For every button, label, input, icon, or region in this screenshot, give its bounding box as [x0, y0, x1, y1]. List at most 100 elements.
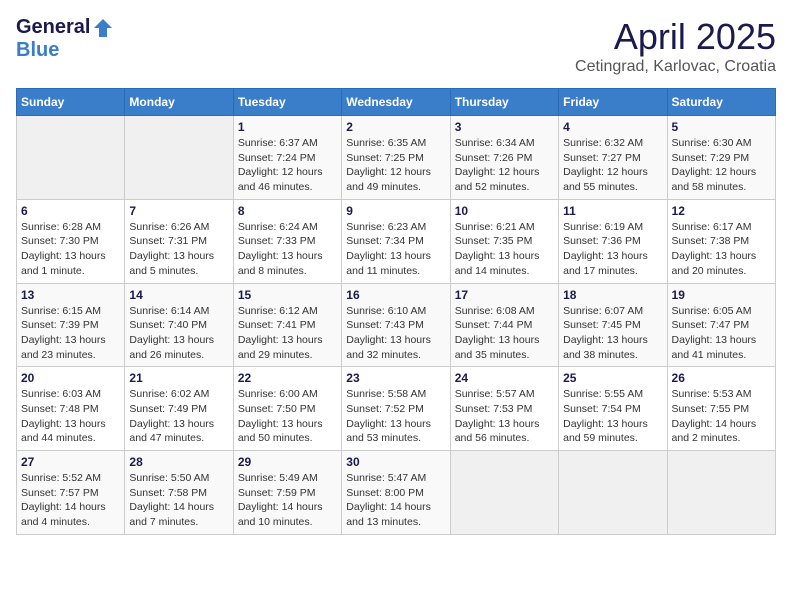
day-info: Sunrise: 6:34 AM Sunset: 7:26 PM Dayligh… [455, 136, 554, 195]
day-info: Sunrise: 6:12 AM Sunset: 7:41 PM Dayligh… [238, 304, 337, 363]
calendar-cell: 17 Sunrise: 6:08 AM Sunset: 7:44 PM Dayli… [450, 283, 558, 367]
day-number: 29 [238, 455, 337, 469]
day-number: 13 [21, 288, 120, 302]
day-info: Sunrise: 6:17 AM Sunset: 7:38 PM Dayligh… [672, 220, 771, 279]
calendar-table: SundayMondayTuesdayWednesdayThursdayFrid… [16, 88, 776, 535]
day-info: Sunrise: 6:30 AM Sunset: 7:29 PM Dayligh… [672, 136, 771, 195]
calendar-cell: 25Sunrise: 5:55 AM Sunset: 7:54 PM Dayli… [559, 367, 667, 451]
day-info: Sunrise: 6:23 AM Sunset: 7:34 PM Dayligh… [346, 220, 445, 279]
day-number: 23 [346, 371, 445, 385]
day-info: Sunrise: 6:03 AM Sunset: 7:48 PM Dayligh… [21, 387, 120, 446]
calendar-cell: 15 Sunrise: 6:12 AM Sunset: 7:41 PM Dayli… [233, 283, 341, 367]
day-number: 28 [129, 455, 228, 469]
calendar-cell: 13 Sunrise: 6:15 AM Sunset: 7:39 PM Dayli… [17, 283, 125, 367]
day-number: 6 [21, 204, 120, 218]
day-number: 5 [672, 120, 771, 134]
day-number: 14 [129, 288, 228, 302]
calendar-cell [667, 451, 775, 535]
day-number: 18 [563, 288, 662, 302]
day-info: Sunrise: 5:52 AM Sunset: 7:57 PM Dayligh… [21, 471, 120, 530]
calendar-cell: 11Sunrise: 6:19 AM Sunset: 7:36 PM Dayli… [559, 199, 667, 283]
day-info: Sunrise: 6:07 AM Sunset: 7:45 PM Dayligh… [563, 304, 662, 363]
day-number: 26 [672, 371, 771, 385]
day-number: 3 [455, 120, 554, 134]
day-number: 17 [455, 288, 554, 302]
calendar-cell: 5 Sunrise: 6:30 AM Sunset: 7:29 PM Daylig… [667, 116, 775, 200]
page-header: General Blue April 2025 Cetingrad, Karlo… [16, 16, 776, 76]
calendar-cell: 20 Sunrise: 6:03 AM Sunset: 7:48 PM Dayli… [17, 367, 125, 451]
calendar-cell [450, 451, 558, 535]
day-info: Sunrise: 6:32 AM Sunset: 7:27 PM Dayligh… [563, 136, 662, 195]
day-info: Sunrise: 6:14 AM Sunset: 7:40 PM Dayligh… [129, 304, 228, 363]
logo-general: General [16, 16, 90, 39]
day-number: 25 [563, 371, 662, 385]
day-info: Sunrise: 6:10 AM Sunset: 7:43 PM Dayligh… [346, 304, 445, 363]
calendar-cell: 26 Sunrise: 5:53 AM Sunset: 7:55 PM Dayli… [667, 367, 775, 451]
calendar-cell: 7Sunrise: 6:26 AM Sunset: 7:31 PM Daylig… [125, 199, 233, 283]
calendar-cell: 27Sunrise: 5:52 AM Sunset: 7:57 PM Dayli… [17, 451, 125, 535]
calendar-week-5: 27Sunrise: 5:52 AM Sunset: 7:57 PM Dayli… [17, 451, 776, 535]
calendar-cell: 21Sunrise: 6:02 AM Sunset: 7:49 PM Dayli… [125, 367, 233, 451]
day-info: Sunrise: 5:49 AM Sunset: 7:59 PM Dayligh… [238, 471, 337, 530]
day-info: Sunrise: 6:37 AM Sunset: 7:24 PM Dayligh… [238, 136, 337, 195]
day-info: Sunrise: 6:15 AM Sunset: 7:39 PM Dayligh… [21, 304, 120, 363]
calendar-month-year: April 2025 [575, 16, 776, 58]
day-number: 1 [238, 120, 337, 134]
weekday-header-tuesday: Tuesday [233, 89, 341, 116]
weekday-header-monday: Monday [125, 89, 233, 116]
logo-icon [92, 17, 114, 39]
day-info: Sunrise: 5:53 AM Sunset: 7:55 PM Dayligh… [672, 387, 771, 446]
day-number: 20 [21, 371, 120, 385]
calendar-cell: 2Sunrise: 6:35 AM Sunset: 7:25 PM Daylig… [342, 116, 450, 200]
weekday-header-wednesday: Wednesday [342, 89, 450, 116]
day-info: Sunrise: 6:00 AM Sunset: 7:50 PM Dayligh… [238, 387, 337, 446]
calendar-cell: 6Sunrise: 6:28 AM Sunset: 7:30 PM Daylig… [17, 199, 125, 283]
calendar-cell: 14 Sunrise: 6:14 AM Sunset: 7:40 PM Dayli… [125, 283, 233, 367]
day-info: Sunrise: 6:21 AM Sunset: 7:35 PM Dayligh… [455, 220, 554, 279]
day-number: 19 [672, 288, 771, 302]
day-number: 15 [238, 288, 337, 302]
day-info: Sunrise: 5:47 AM Sunset: 8:00 PM Dayligh… [346, 471, 445, 530]
day-number: 10 [455, 204, 554, 218]
calendar-week-1: 1 Sunrise: 6:37 AM Sunset: 7:24 PM Daylig… [17, 116, 776, 200]
calendar-cell [125, 116, 233, 200]
day-number: 30 [346, 455, 445, 469]
calendar-cell: 18 Sunrise: 6:07 AM Sunset: 7:45 PM Dayli… [559, 283, 667, 367]
day-info: Sunrise: 6:02 AM Sunset: 7:49 PM Dayligh… [129, 387, 228, 446]
weekday-header-sunday: Sunday [17, 89, 125, 116]
calendar-cell: 16 Sunrise: 6:10 AM Sunset: 7:43 PM Dayli… [342, 283, 450, 367]
calendar-week-3: 13 Sunrise: 6:15 AM Sunset: 7:39 PM Dayli… [17, 283, 776, 367]
logo: General Blue [16, 16, 114, 62]
calendar-cell: 4 Sunrise: 6:32 AM Sunset: 7:27 PM Daylig… [559, 116, 667, 200]
day-number: 8 [238, 204, 337, 218]
calendar-cell: 1 Sunrise: 6:37 AM Sunset: 7:24 PM Daylig… [233, 116, 341, 200]
calendar-body: 1 Sunrise: 6:37 AM Sunset: 7:24 PM Daylig… [17, 116, 776, 535]
day-number: 16 [346, 288, 445, 302]
calendar-cell: 9 Sunrise: 6:23 AM Sunset: 7:34 PM Daylig… [342, 199, 450, 283]
weekday-header-friday: Friday [559, 89, 667, 116]
day-number: 11 [563, 204, 662, 218]
day-info: Sunrise: 5:57 AM Sunset: 7:53 PM Dayligh… [455, 387, 554, 446]
calendar-week-4: 20 Sunrise: 6:03 AM Sunset: 7:48 PM Dayli… [17, 367, 776, 451]
calendar-cell: 28Sunrise: 5:50 AM Sunset: 7:58 PM Dayli… [125, 451, 233, 535]
logo-blue: Blue [16, 39, 59, 62]
calendar-cell: 23 Sunrise: 5:58 AM Sunset: 7:52 PM Dayli… [342, 367, 450, 451]
day-number: 9 [346, 204, 445, 218]
day-info: Sunrise: 6:35 AM Sunset: 7:25 PM Dayligh… [346, 136, 445, 195]
day-info: Sunrise: 6:05 AM Sunset: 7:47 PM Dayligh… [672, 304, 771, 363]
calendar-week-2: 6Sunrise: 6:28 AM Sunset: 7:30 PM Daylig… [17, 199, 776, 283]
calendar-cell: 12 Sunrise: 6:17 AM Sunset: 7:38 PM Dayli… [667, 199, 775, 283]
calendar-cell [17, 116, 125, 200]
day-number: 12 [672, 204, 771, 218]
day-info: Sunrise: 5:58 AM Sunset: 7:52 PM Dayligh… [346, 387, 445, 446]
calendar-header: SundayMondayTuesdayWednesdayThursdayFrid… [17, 89, 776, 116]
day-info: Sunrise: 6:24 AM Sunset: 7:33 PM Dayligh… [238, 220, 337, 279]
day-number: 22 [238, 371, 337, 385]
calendar-cell: 10 Sunrise: 6:21 AM Sunset: 7:35 PM Dayli… [450, 199, 558, 283]
calendar-title-block: April 2025 Cetingrad, Karlovac, Croatia [575, 16, 776, 76]
day-number: 4 [563, 120, 662, 134]
calendar-location: Cetingrad, Karlovac, Croatia [575, 58, 776, 76]
day-info: Sunrise: 6:08 AM Sunset: 7:44 PM Dayligh… [455, 304, 554, 363]
calendar-cell: 3 Sunrise: 6:34 AM Sunset: 7:26 PM Daylig… [450, 116, 558, 200]
day-number: 24 [455, 371, 554, 385]
